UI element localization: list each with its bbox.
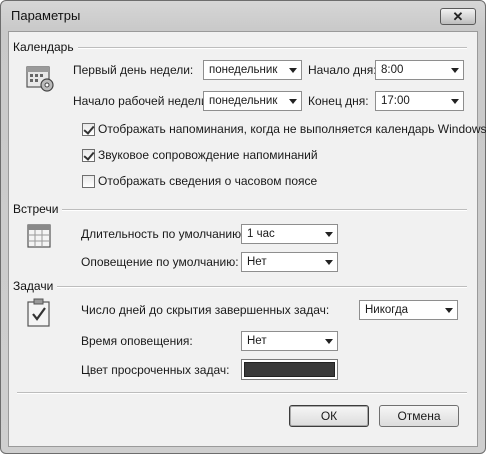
close-icon: ✕ [452, 9, 464, 24]
chevron-down-icon [289, 99, 297, 104]
start-day-label: Начало дня: [308, 63, 377, 77]
meetings-section-label: Встречи [13, 202, 63, 216]
default-duration-label: Длительность по умолчанию: [81, 227, 245, 241]
overdue-color-swatch [244, 362, 335, 377]
workweek-start-label: Начало рабочей недели: [73, 94, 212, 108]
calendar-section-label: Календарь [13, 40, 78, 54]
end-day-label: Конец дня: [308, 94, 369, 108]
overdue-color-picker[interactable] [241, 359, 338, 380]
buttons-divider [17, 392, 467, 394]
calendar-divider [17, 47, 467, 49]
chevron-down-icon [451, 99, 459, 104]
workweek-start-select[interactable]: понедельник [203, 91, 302, 111]
chevron-down-icon [451, 68, 459, 73]
end-day-select[interactable]: 17:00 [375, 91, 464, 111]
chevron-down-icon [325, 339, 333, 344]
first-day-label: Первый день недели: [73, 63, 194, 77]
title-bar[interactable]: Параметры ✕ [1, 1, 485, 29]
close-button[interactable]: ✕ [440, 8, 476, 25]
meetings-divider [17, 209, 467, 211]
dialog-title: Параметры [11, 8, 81, 23]
show-reminders-label[interactable]: Отображать напоминания, когда не выполня… [98, 122, 486, 136]
chevron-down-icon [325, 260, 333, 265]
reminder-time-select[interactable]: Нет [241, 331, 338, 351]
tasks-divider [17, 286, 467, 288]
dialog-body: Календарь Первый день недели: понедельни… [8, 31, 486, 447]
checkmark-icon [83, 149, 95, 161]
sound-reminders-label[interactable]: Звуковое сопровождение напоминаний [98, 148, 318, 162]
timezone-info-checkbox[interactable] [82, 175, 95, 188]
first-day-select[interactable]: понедельник [203, 60, 302, 80]
days-hide-label: Число дней до скрытия завершенных задач: [81, 303, 330, 317]
timezone-info-label[interactable]: Отображать сведения о часовом поясе [98, 174, 317, 188]
tasks-section-label: Задачи [13, 279, 58, 293]
chevron-down-icon [325, 232, 333, 237]
default-reminder-select[interactable]: Нет [241, 252, 338, 272]
options-dialog: Параметры ✕ Календарь Первый день недели… [0, 0, 486, 454]
ok-button[interactable]: ОК [289, 405, 369, 427]
calendar-settings-icon [26, 66, 54, 92]
start-day-select[interactable]: 8:00 [375, 60, 464, 80]
days-hide-select[interactable]: Никогда [359, 300, 458, 320]
chevron-down-icon [289, 68, 297, 73]
show-reminders-checkbox[interactable] [82, 123, 95, 136]
default-duration-select[interactable]: 1 час [241, 224, 338, 244]
overdue-color-label: Цвет просроченных задач: [81, 363, 230, 377]
sound-reminders-checkbox[interactable] [82, 149, 95, 162]
cancel-button[interactable]: Отмена [379, 405, 459, 427]
checkmark-icon [83, 123, 95, 135]
reminder-time-label: Время оповещения: [81, 334, 193, 348]
meetings-calendar-icon [27, 224, 51, 248]
default-reminder-label: Оповещение по умолчанию: [81, 255, 239, 269]
chevron-down-icon [445, 308, 453, 313]
tasks-clipboard-icon [27, 298, 50, 327]
